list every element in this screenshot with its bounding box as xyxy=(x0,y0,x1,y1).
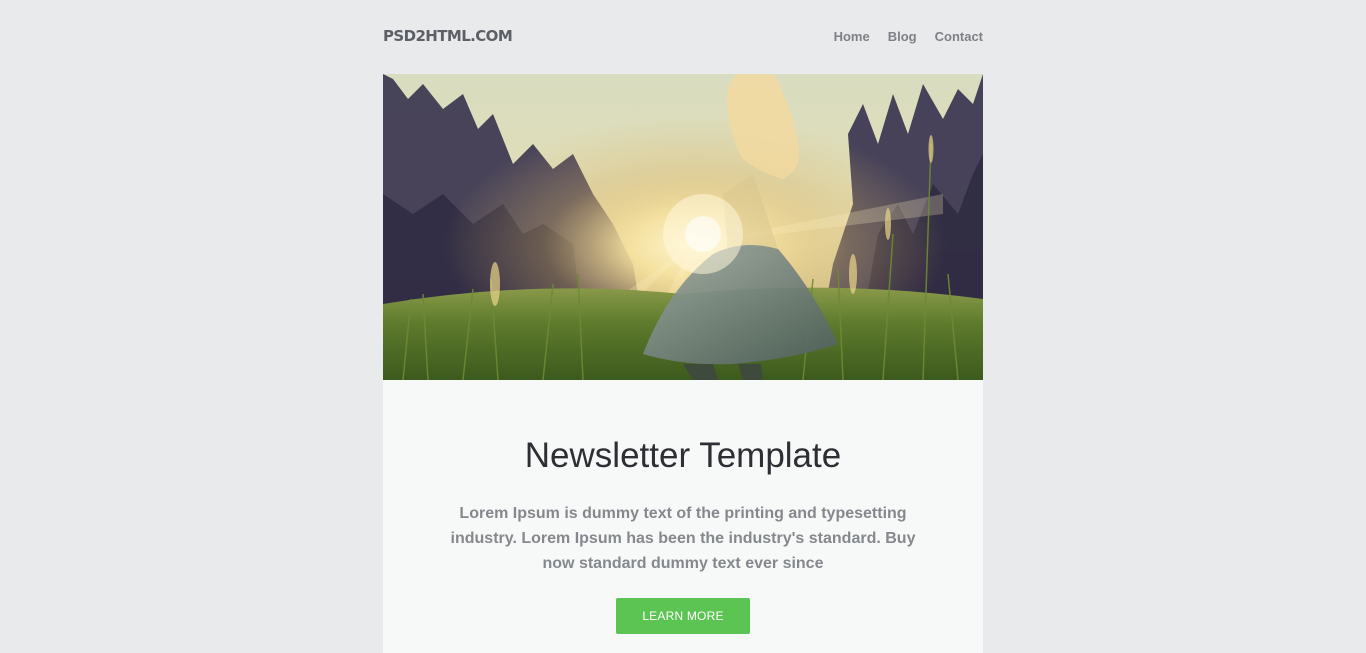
nav-blog-link[interactable]: Blog xyxy=(888,29,917,44)
newsletter-body-text: Lorem Ipsum is dummy text of the printin… xyxy=(450,505,916,572)
site-logo[interactable]: PSD2HTML.COM xyxy=(383,27,513,45)
main-nav: Home Blog Contact xyxy=(834,29,983,44)
nav-home-link[interactable]: Home xyxy=(834,29,870,44)
newsletter-card: Newsletter Template Lorem Ipsum is dummy… xyxy=(383,380,983,653)
hero-photo xyxy=(383,74,983,380)
newsletter-title: Newsletter Template xyxy=(524,436,842,475)
page: PSD2HTML.COM Home Blog Contact Newslette… xyxy=(0,0,1366,653)
nav-contact-link[interactable]: Contact xyxy=(935,29,983,44)
site-header: PSD2HTML.COM Home Blog Contact xyxy=(383,0,983,74)
hero-image xyxy=(383,74,983,380)
learn-more-button[interactable]: LEARN MORE xyxy=(616,598,750,634)
